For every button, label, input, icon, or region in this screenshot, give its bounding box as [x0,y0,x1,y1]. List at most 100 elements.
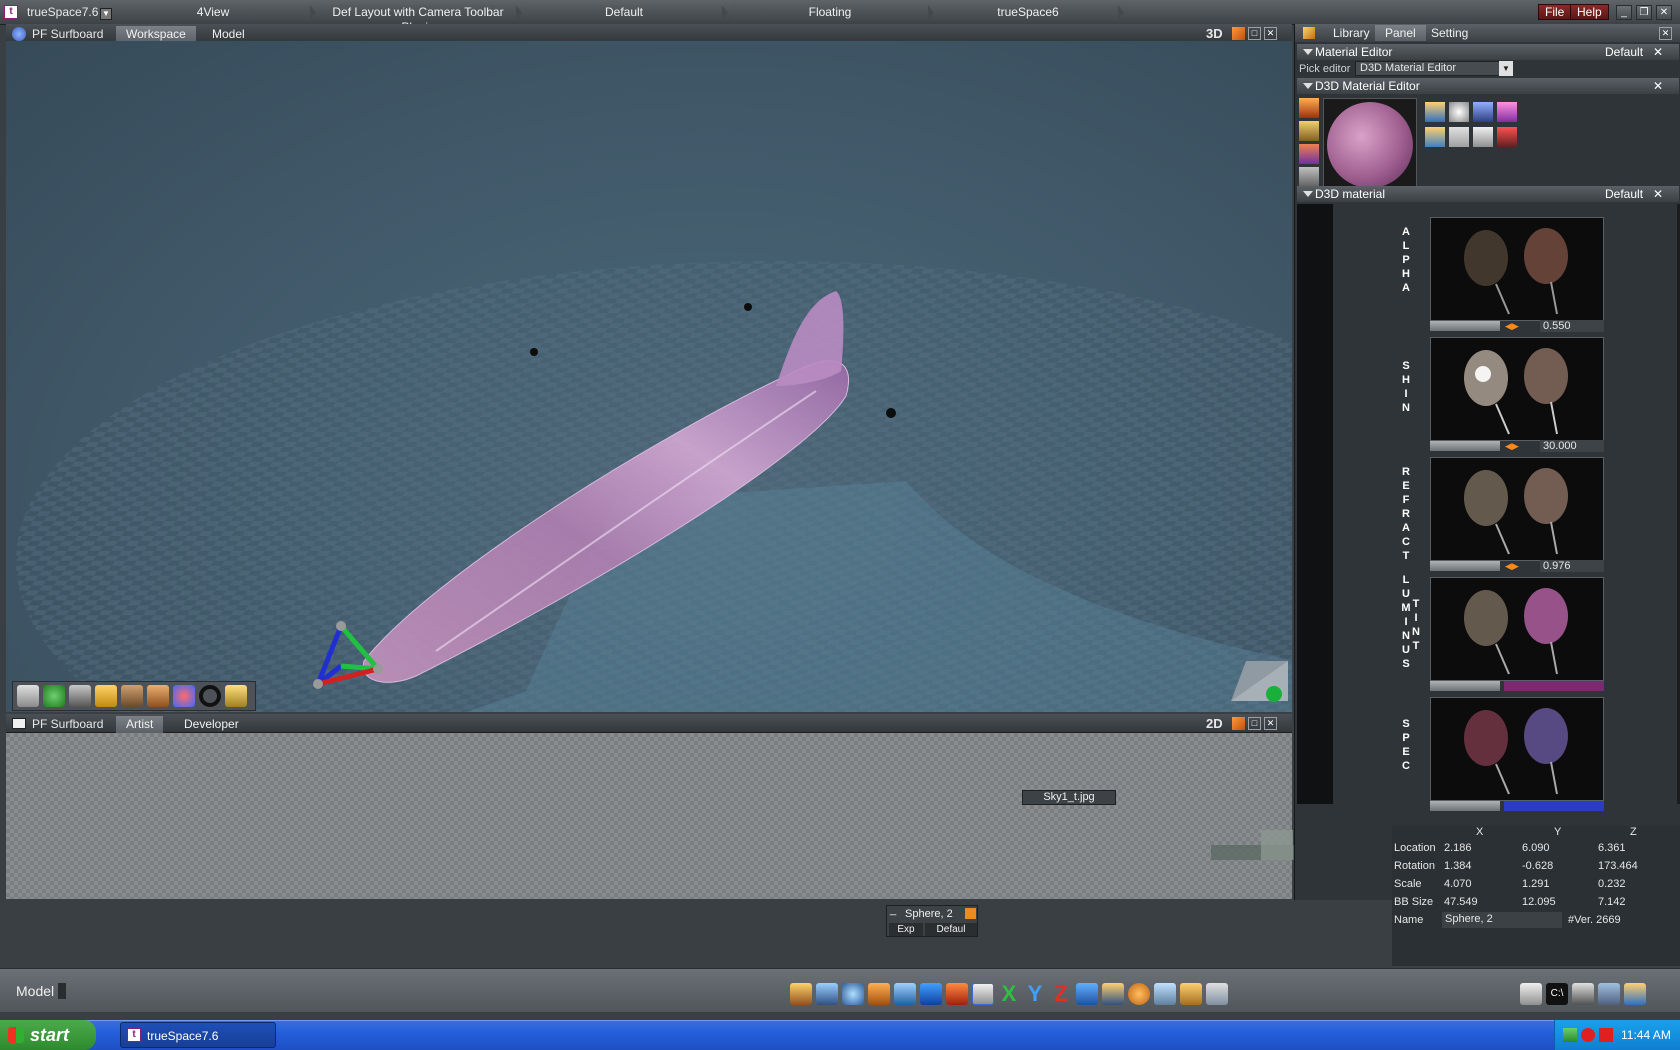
eyedropper-icon[interactable] [1299,144,1319,164]
pencil-icon[interactable] [1299,121,1319,141]
paint-tool-icon[interactable] [95,685,117,707]
prop-rotation-y[interactable]: -0.628 [1522,860,1553,872]
select-arrow-icon[interactable] [17,685,39,707]
network-icon[interactable] [1598,983,1620,1005]
refract-preview[interactable] [1430,457,1604,561]
add-object-icon[interactable] [121,685,143,707]
console-icon[interactable]: C:\ [1546,983,1568,1005]
sphere-tool-icon[interactable] [1128,983,1150,1005]
collapse-icon[interactable] [1303,49,1313,55]
curve-icon[interactable] [1497,127,1517,147]
home-icon[interactable] [946,983,968,1005]
shin-value[interactable]: 30.000 [1540,440,1604,452]
spec-preview[interactable] [1430,697,1604,801]
chevron-down-icon[interactable]: ▼ [1499,61,1513,76]
box-icon[interactable] [868,983,890,1005]
prop-bbsize-x[interactable]: 47.549 [1444,896,1478,908]
minimize-icon[interactable]: _ [1616,5,1632,20]
alpha-value[interactable]: 0.550 [1540,320,1604,332]
help-menu-button[interactable]: Help [1570,4,1609,20]
collapse-icon[interactable] [1303,83,1313,89]
d3d-editor-header[interactable]: D3D Material Editor ✕ [1297,78,1679,94]
network-tray-icon[interactable] [1563,1028,1577,1042]
tab-library[interactable]: Library [1323,25,1380,41]
move-icon[interactable] [972,983,994,1005]
render-icon[interactable] [1206,983,1228,1005]
d3d-material-preset[interactable]: Default [1605,186,1643,202]
viewport-3d[interactable] [6,41,1292,712]
tint-preview[interactable] [1430,577,1604,681]
prop-scale-x[interactable]: 4.070 [1444,878,1472,890]
alpha-preview[interactable] [1430,217,1604,321]
tint-color-swatch[interactable] [1504,681,1604,691]
monitor-icon[interactable] [1572,983,1594,1005]
file-menu-button[interactable]: File [1538,4,1572,20]
inspect-icon[interactable] [1299,167,1319,187]
camera-icon[interactable] [1232,27,1245,40]
tab-panel[interactable]: Panel [1375,25,1426,41]
layout-truespace6-tab[interactable]: trueSpace6 [938,5,1124,20]
plane-tool-icon[interactable] [894,983,916,1005]
sphere-node[interactable]: _ Sphere, 2 Exp Defaul [886,904,978,937]
sculpt-tool-icon[interactable] [147,685,169,707]
start-button[interactable]: start [0,1020,96,1050]
z-axis-icon[interactable]: Z [1050,983,1072,1005]
light-icon[interactable] [1449,102,1469,122]
close-view-icon[interactable]: ✕ [1264,717,1277,730]
refract-slider[interactable]: ◀▶ 0.976 [1430,560,1604,572]
shader-icon[interactable] [1425,102,1445,122]
taskbar-item-truespace[interactable]: t trueSpace7.6 [120,1022,276,1048]
prop-rotation-x[interactable]: 1.384 [1444,860,1472,872]
paint-brush-icon[interactable] [1299,98,1319,118]
tab-setting[interactable]: Setting [1421,25,1478,41]
undo-icon[interactable] [1076,983,1098,1005]
shin-slider[interactable]: ◀▶ 30.000 [1430,440,1604,452]
tab-artist[interactable]: Artist [116,716,164,733]
material-palette-icon[interactable] [173,685,195,707]
prop-location-y[interactable]: 6.090 [1522,842,1550,854]
d3d-material-header[interactable]: D3D material Default ✕ [1297,186,1679,202]
spin-arrows-icon[interactable]: ◀▶ [1505,561,1539,571]
refract-value[interactable]: 0.976 [1540,560,1604,572]
link-icon[interactable] [816,983,838,1005]
y-axis-icon[interactable]: Y [1024,983,1046,1005]
node-collapse-icon[interactable]: _ [890,904,896,916]
reflect-icon[interactable] [1473,127,1493,147]
close-icon[interactable]: ✕ [1653,78,1663,94]
magic-wand-icon[interactable] [225,685,247,707]
prop-location-z[interactable]: 6.361 [1598,842,1626,854]
prop-bbsize-y[interactable]: 12.095 [1522,896,1556,908]
maximize-view-icon[interactable]: □ [1248,717,1261,730]
prop-location-x[interactable]: 2.186 [1444,842,1472,854]
close-panel-icon[interactable]: ✕ [1659,27,1672,40]
tint-slider[interactable] [1430,680,1604,692]
minimap-viewport[interactable] [1261,830,1293,860]
gear-icon[interactable] [1473,102,1493,122]
material-editor-header[interactable]: Material Editor Default ✕ [1297,44,1679,60]
x-axis-icon[interactable]: X [998,983,1020,1005]
close-icon[interactable]: ✕ [1656,5,1672,20]
layout-default-tab[interactable]: Default [526,5,728,20]
camera-tool-icon[interactable] [1154,983,1176,1005]
plane-icon[interactable] [1449,127,1469,147]
ring-tool-icon[interactable] [199,685,221,707]
shin-preview[interactable] [1430,337,1604,441]
layout-def-camera-tab[interactable]: Def Layout with Camera Toolbar Plugin [320,5,522,34]
maximize-icon[interactable]: ❐ [1636,5,1652,20]
maximize-view-icon[interactable]: □ [1248,27,1261,40]
material-preview[interactable] [1323,98,1417,192]
wrench-icon[interactable] [1102,983,1124,1005]
material-editor-preset[interactable]: Default [1605,44,1643,60]
object-name-field[interactable]: Sphere, 2 [1442,912,1562,928]
light-gizmo[interactable] [886,408,896,418]
grid-icon[interactable] [1180,983,1202,1005]
layout-dropdown-icon[interactable]: ▼ [100,8,112,20]
close-view-icon[interactable]: ✕ [1264,27,1277,40]
object-cube-icon[interactable] [69,685,91,707]
spin-arrows-icon[interactable]: ◀▶ [1505,441,1539,451]
prop-rotation-z[interactable]: 173.464 [1598,860,1638,872]
cube-icon[interactable] [920,983,942,1005]
prop-bbsize-z[interactable]: 7.142 [1598,896,1626,908]
navigate-sphere-icon[interactable] [43,685,65,707]
spec-slider[interactable] [1430,800,1604,812]
